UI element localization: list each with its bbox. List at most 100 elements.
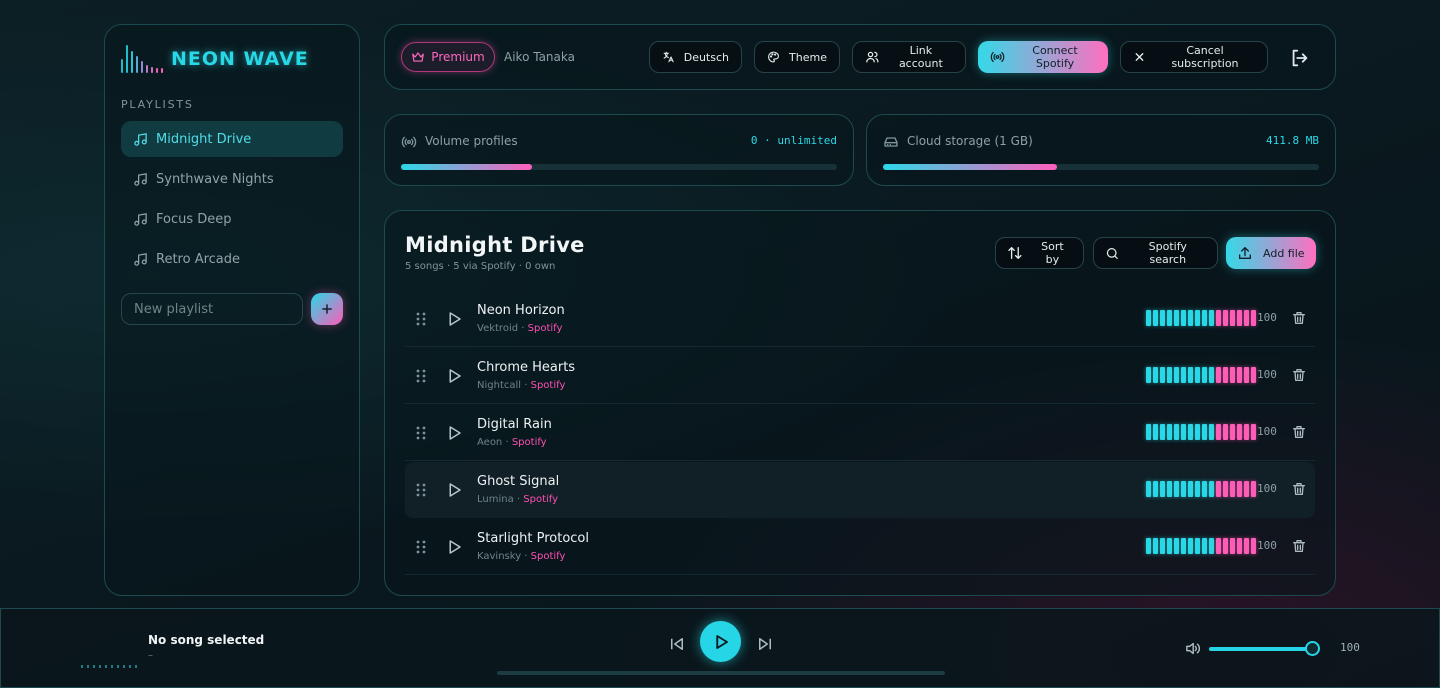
- meter-segment: [1153, 538, 1158, 554]
- song-title: Chrome Hearts: [477, 360, 576, 375]
- sort-label: Sort by: [1041, 240, 1064, 266]
- mini-visualizer-dot: [135, 665, 137, 668]
- language-button[interactable]: Deutsch: [649, 41, 742, 73]
- meter-segment: [1202, 481, 1207, 497]
- meter-segment: [1195, 424, 1200, 440]
- volume-meter[interactable]: [1146, 367, 1256, 383]
- meter-segment: [1237, 310, 1242, 326]
- meter-segment: [1230, 367, 1235, 383]
- add-playlist-button[interactable]: [311, 293, 343, 325]
- song-artist: Lumina: [477, 494, 514, 505]
- meter-segment: [1209, 367, 1214, 383]
- trash-icon[interactable]: [1291, 367, 1307, 383]
- spotify-search-button[interactable]: Spotify search: [1093, 237, 1218, 269]
- play-icon[interactable]: [445, 367, 463, 385]
- volume-meter[interactable]: [1146, 481, 1256, 497]
- connect-spotify-button[interactable]: Connect Spotify: [978, 41, 1108, 73]
- link-account-label: Link account: [898, 44, 943, 70]
- cancel-subscription-button[interactable]: Cancel subscription: [1120, 41, 1268, 73]
- meter-segment: [1188, 481, 1193, 497]
- palette-icon: [768, 51, 779, 63]
- meter-segment: [1153, 367, 1158, 383]
- play-pause-button[interactable]: [700, 621, 741, 662]
- meter-segment: [1237, 481, 1242, 497]
- meter-segment: [1146, 424, 1151, 440]
- song-row[interactable]: Chrome Hearts Nightcall · Spotify 100: [405, 348, 1315, 404]
- theme-label: Theme: [789, 50, 827, 64]
- meter-segment: [1167, 424, 1172, 440]
- meter-segment: [1251, 310, 1256, 326]
- song-title: Neon Horizon: [477, 303, 565, 318]
- drag-handle-icon[interactable]: [415, 368, 427, 384]
- logout-icon[interactable]: [1289, 47, 1311, 69]
- theme-button[interactable]: Theme: [754, 41, 840, 73]
- song-row[interactable]: Ghost Signal Lumina · Spotify 100: [405, 462, 1315, 518]
- drag-handle-icon[interactable]: [415, 311, 427, 327]
- song-source: Spotify: [530, 551, 566, 562]
- playlist-panel: Midnight Drive 5 songs · 5 via Spotify ·…: [384, 210, 1336, 596]
- song-row[interactable]: Neon Horizon Vektroid · Spotify 100: [405, 291, 1315, 347]
- volume-icon[interactable]: [1184, 640, 1201, 657]
- meter-segment: [1237, 367, 1242, 383]
- meter-segment: [1202, 424, 1207, 440]
- drag-handle-icon[interactable]: [415, 482, 427, 498]
- mini-visualizer-dot: [99, 665, 101, 668]
- song-row[interactable]: Digital Rain Aeon · Spotify 100: [405, 405, 1315, 461]
- play-icon[interactable]: [445, 310, 463, 328]
- playback-progress-bar[interactable]: [497, 671, 945, 675]
- meter-segment: [1237, 424, 1242, 440]
- volume-profiles-bar-fill: [401, 164, 532, 170]
- meter-segment: [1216, 424, 1221, 440]
- new-playlist-input[interactable]: [121, 293, 303, 325]
- volume-meter[interactable]: [1146, 424, 1256, 440]
- meter-segment: [1174, 538, 1179, 554]
- play-icon[interactable]: [445, 538, 463, 556]
- sidebar-item-midnight-drive[interactable]: Midnight Drive: [121, 121, 343, 157]
- meter-segment: [1181, 481, 1186, 497]
- spotify-search-label: Spotify search: [1148, 240, 1187, 266]
- trash-icon[interactable]: [1291, 424, 1307, 440]
- app-name: NEON WAVE: [171, 48, 309, 70]
- meter-segment: [1223, 481, 1228, 497]
- volume-slider-handle[interactable]: [1305, 641, 1320, 656]
- skip-back-icon[interactable]: [668, 635, 686, 653]
- music-note-icon: [134, 212, 147, 226]
- sidebar-item-retro-arcade[interactable]: Retro Arcade: [121, 241, 343, 277]
- sidebar-item-label: Midnight Drive: [156, 131, 252, 147]
- play-icon[interactable]: [445, 424, 463, 442]
- meter-segment: [1181, 310, 1186, 326]
- drag-handle-icon[interactable]: [415, 425, 427, 441]
- song-source: Spotify: [523, 494, 559, 505]
- meter-segment: [1216, 538, 1221, 554]
- sort-button[interactable]: Sort by: [995, 237, 1084, 269]
- link-account-button[interactable]: Link account: [852, 41, 966, 73]
- logo-bar: [141, 61, 143, 73]
- volume-meter[interactable]: [1146, 538, 1256, 554]
- volume-meter[interactable]: [1146, 310, 1256, 326]
- drag-handle-icon[interactable]: [415, 539, 427, 555]
- volume-slider-track[interactable]: [1209, 647, 1313, 651]
- meter-segment: [1160, 310, 1165, 326]
- meter-segment: [1195, 367, 1200, 383]
- logo-bar: [156, 68, 158, 73]
- sidebar-item-synthwave-nights[interactable]: Synthwave Nights: [121, 161, 343, 197]
- play-icon[interactable]: [445, 481, 463, 499]
- song-row[interactable]: Starlight Protocol Kavinsky · Spotify 100: [405, 519, 1315, 575]
- sidebar-item-focus-deep[interactable]: Focus Deep: [121, 201, 343, 237]
- skip-forward-icon[interactable]: [756, 635, 774, 653]
- trash-icon[interactable]: [1291, 481, 1307, 497]
- trash-icon[interactable]: [1291, 310, 1307, 326]
- mini-visualizer-dot: [87, 665, 89, 668]
- meter-segment: [1251, 481, 1256, 497]
- mini-visualizer-dot: [129, 665, 131, 668]
- trash-icon[interactable]: [1291, 538, 1307, 554]
- meter-segment: [1167, 538, 1172, 554]
- users-icon: [866, 51, 879, 63]
- premium-badge[interactable]: Premium: [401, 42, 495, 72]
- play-icon: [715, 634, 728, 649]
- add-file-button[interactable]: Add file: [1226, 237, 1316, 269]
- song-artist: Kavinsky: [477, 551, 522, 562]
- meter-segment: [1202, 310, 1207, 326]
- song-source: Spotify: [511, 437, 547, 448]
- cloud-storage-label: Cloud storage (1 GB): [907, 134, 1033, 148]
